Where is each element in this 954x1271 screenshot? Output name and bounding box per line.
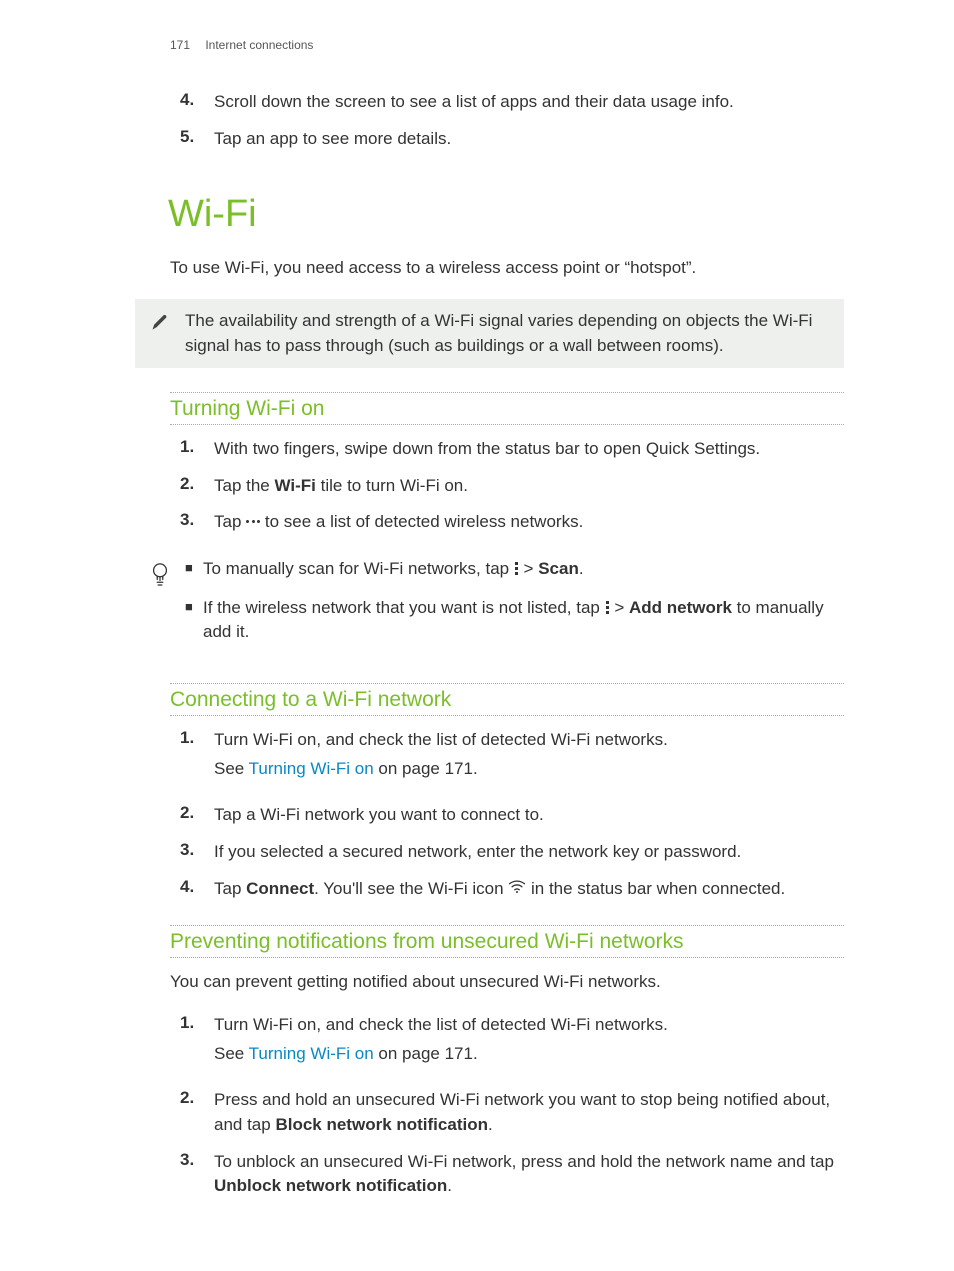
step-number: 2. [180,474,214,499]
cross-reference-link[interactable]: Turning Wi-Fi on [249,759,374,778]
horizontal-dots-icon [246,520,260,523]
step-text: If you selected a secured network, enter… [214,840,844,865]
text: . [488,1115,493,1134]
running-header: 171 Internet connections [170,38,844,52]
vertical-dots-icon [606,601,609,614]
bold-text: Add network [629,598,732,617]
list-item: 4. Scroll down the screen to see a list … [180,90,844,115]
section-intro: You can prevent getting notified about u… [170,970,844,995]
step-number: 3. [180,840,214,865]
note-text: The availability and strength of a Wi-Fi… [185,309,826,358]
pencil-icon [135,309,185,358]
note-box: The availability and strength of a Wi-Fi… [135,299,844,368]
list-item: 2. Tap a Wi-Fi network you want to conne… [180,803,844,828]
step-number: 3. [180,510,214,535]
section-heading: Preventing notifications from unsecured … [170,925,844,958]
step-number: 3. [180,1150,214,1199]
lightbulb-icon [135,557,185,649]
list-item: 3. If you selected a secured network, en… [180,840,844,865]
list-item: 2. Press and hold an unsecured Wi-Fi net… [180,1088,844,1137]
step-number: 4. [180,90,214,115]
text: Tap the [214,476,275,495]
step-number: 2. [180,803,214,828]
bold-text: Wi-Fi [275,476,316,495]
step-text: Turn Wi-Fi on, and check the list of det… [214,1013,844,1076]
tip-bullet: ■ To manually scan for Wi-Fi networks, t… [185,557,826,582]
text: To manually scan for Wi-Fi networks, tap [203,559,514,578]
text: Tap [214,879,246,898]
step-text: Tap an app to see more details. [214,127,844,152]
step-text: To unblock an unsecured Wi-Fi network, p… [214,1150,844,1199]
text: > [519,559,538,578]
text: tile to turn Wi-Fi on. [316,476,468,495]
step-text: Press and hold an unsecured Wi-Fi networ… [214,1088,844,1137]
step-number: 1. [180,1013,214,1076]
page-number: 171 [170,38,202,52]
step-number: 5. [180,127,214,152]
step-text: Scroll down the screen to see a list of … [214,90,844,115]
tip-text: To manually scan for Wi-Fi networks, tap… [203,557,826,582]
step-text: Tap to see a list of detected wireless n… [214,510,844,535]
text: To unblock an unsecured Wi-Fi network, p… [214,1152,834,1171]
text: Turn Wi-Fi on, and check the list of det… [214,1015,668,1034]
list-item: 2. Tap the Wi-Fi tile to turn Wi-Fi on. [180,474,844,499]
text: on page 171. [374,1044,478,1063]
bold-text: Scan [538,559,579,578]
text: Tap [214,512,246,531]
section-heading: Turning Wi-Fi on [170,392,844,425]
bold-text: Connect [246,879,314,898]
text: in the status bar when connected. [526,879,785,898]
step-number: 4. [180,877,214,902]
step-number: 1. [180,437,214,462]
text: . You'll see the Wi-Fi icon [314,879,508,898]
list-item: 3. To unblock an unsecured Wi-Fi network… [180,1150,844,1199]
list-item: 4. Tap Connect. You'll see the Wi-Fi ico… [180,877,844,902]
tip-bullet: ■ If the wireless network that you want … [185,596,826,645]
text: to see a list of detected wireless netwo… [260,512,583,531]
sub-text: See Turning Wi-Fi on on page 171. [214,1042,844,1067]
list-item: 1. Turn Wi-Fi on, and check the list of … [180,728,844,791]
list-item: 3. Tap to see a list of detected wireles… [180,510,844,535]
tip-box: ■ To manually scan for Wi-Fi networks, t… [135,547,844,659]
list-item: 5. Tap an app to see more details. [180,127,844,152]
section-steps: 1. Turn Wi-Fi on, and check the list of … [180,728,844,901]
page-title: Wi-Fi [168,193,844,236]
section-heading: Connecting to a Wi-Fi network [170,683,844,716]
step-number: 2. [180,1088,214,1137]
list-item: 1. Turn Wi-Fi on, and check the list of … [180,1013,844,1076]
step-number: 1. [180,728,214,791]
section-steps: 1. Turn Wi-Fi on, and check the list of … [180,1013,844,1199]
text: . [447,1176,452,1195]
bullet-icon: ■ [185,596,203,645]
cross-reference-link[interactable]: Turning Wi-Fi on [249,1044,374,1063]
vertical-dots-icon [515,562,518,575]
step-text: Tap Connect. You'll see the Wi-Fi icon i… [214,877,844,902]
tip-content: ■ To manually scan for Wi-Fi networks, t… [185,557,826,649]
step-text: With two fingers, swipe down from the st… [214,437,844,462]
bold-text: Unblock network notification [214,1176,447,1195]
step-text: Tap a Wi-Fi network you want to connect … [214,803,844,828]
text: See [214,1044,249,1063]
section-steps: 1. With two fingers, swipe down from the… [180,437,844,535]
bullet-icon: ■ [185,557,203,582]
text: > [610,598,629,617]
tip-text: If the wireless network that you want is… [203,596,826,645]
intro-steps: 4. Scroll down the screen to see a list … [180,90,844,151]
text: on page 171. [374,759,478,778]
text: Turn Wi-Fi on, and check the list of det… [214,730,668,749]
text: See [214,759,249,778]
wifi-icon [508,876,526,901]
section-name: Internet connections [205,38,313,52]
text: . [579,559,584,578]
sub-text: See Turning Wi-Fi on on page 171. [214,757,844,782]
bold-text: Block network notification [275,1115,488,1134]
text: If the wireless network that you want is… [203,598,605,617]
step-text: Tap the Wi-Fi tile to turn Wi-Fi on. [214,474,844,499]
list-item: 1. With two fingers, swipe down from the… [180,437,844,462]
step-text: Turn Wi-Fi on, and check the list of det… [214,728,844,791]
lead-text: To use Wi-Fi, you need access to a wirel… [170,256,844,281]
